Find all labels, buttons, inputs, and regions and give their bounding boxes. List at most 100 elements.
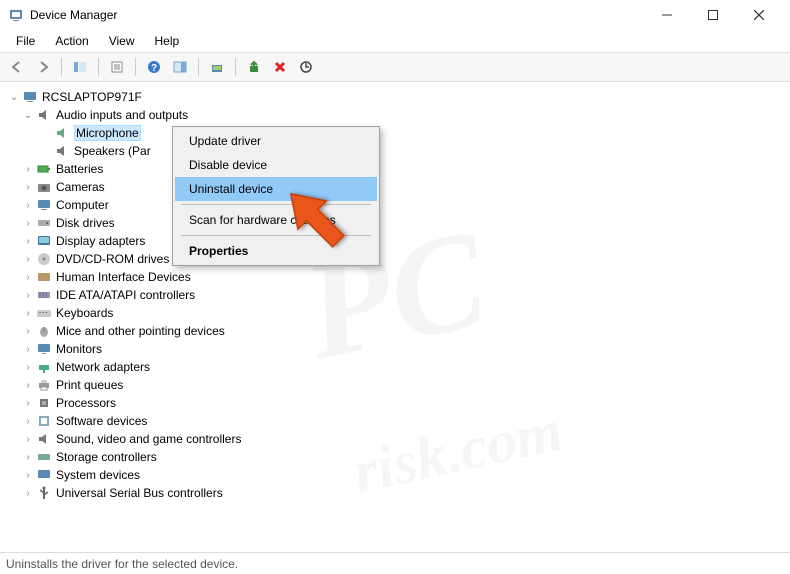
tree-category-computer[interactable]: › Computer xyxy=(4,196,786,214)
tree-label: Human Interface Devices xyxy=(56,270,191,284)
expander-right-icon[interactable]: › xyxy=(22,326,34,337)
toolbar-separator xyxy=(135,58,136,76)
help-button[interactable]: ? xyxy=(143,56,165,78)
expander-right-icon[interactable]: › xyxy=(22,290,34,301)
usb-icon xyxy=(36,485,52,501)
expander-down-icon[interactable]: ⌄ xyxy=(22,110,34,121)
tree-category-ide[interactable]: › IDE ATA/ATAPI controllers xyxy=(4,286,786,304)
tree-label: Computer xyxy=(56,198,109,212)
toolbar-separator xyxy=(235,58,236,76)
expander-right-icon[interactable]: › xyxy=(22,308,34,319)
expander-right-icon[interactable]: › xyxy=(22,362,34,373)
tree-category-sound[interactable]: › Sound, video and game controllers xyxy=(4,430,786,448)
hid-icon xyxy=(36,269,52,285)
enable-device-button[interactable] xyxy=(243,56,265,78)
toolbar-separator xyxy=(61,58,62,76)
tree-label: Microphone xyxy=(74,125,141,141)
scan-hardware-button[interactable] xyxy=(295,56,317,78)
tree-category-dvd[interactable]: › DVD/CD-ROM drives xyxy=(4,250,786,268)
tree-category-software-devices[interactable]: › Software devices xyxy=(4,412,786,430)
toolbar-separator xyxy=(98,58,99,76)
tree-category-disk-drives[interactable]: › Disk drives xyxy=(4,214,786,232)
tree-category-hid[interactable]: › Human Interface Devices xyxy=(4,268,786,286)
tree-category-mice[interactable]: › Mice and other pointing devices xyxy=(4,322,786,340)
display-icon xyxy=(36,233,52,249)
forward-button[interactable] xyxy=(32,56,54,78)
expander-right-icon[interactable]: › xyxy=(22,416,34,427)
app-icon xyxy=(8,7,24,23)
tree-label: RCSLAPTOP971F xyxy=(42,90,142,104)
action-pane-button[interactable] xyxy=(169,56,191,78)
expander-right-icon[interactable]: › xyxy=(22,470,34,481)
expander-right-icon[interactable]: › xyxy=(22,236,34,247)
uninstall-device-button[interactable] xyxy=(269,56,291,78)
close-button[interactable] xyxy=(736,0,782,30)
expander-right-icon[interactable]: › xyxy=(22,218,34,229)
tree-label: Cameras xyxy=(56,180,105,194)
show-hide-console-tree-button[interactable] xyxy=(69,56,91,78)
tree-device-microphone[interactable]: Microphone xyxy=(4,124,786,142)
menu-help[interactable]: Help xyxy=(145,32,190,50)
menubar: File Action View Help xyxy=(0,30,790,52)
tree-category-audio[interactable]: ⌄ Audio inputs and outputs xyxy=(4,106,786,124)
tree-category-system-devices[interactable]: › System devices xyxy=(4,466,786,484)
toolbar-separator xyxy=(198,58,199,76)
ctx-uninstall-device[interactable]: Uninstall device xyxy=(175,177,377,201)
battery-icon xyxy=(36,161,52,177)
expander-down-icon[interactable]: ⌄ xyxy=(8,92,20,103)
computer-icon xyxy=(36,197,52,213)
tree-category-monitors[interactable]: › Monitors xyxy=(4,340,786,358)
menu-view[interactable]: View xyxy=(99,32,145,50)
expander-right-icon[interactable]: › xyxy=(22,452,34,463)
ctx-separator xyxy=(181,204,371,205)
ctx-scan-hardware[interactable]: Scan for hardware changes xyxy=(175,208,377,232)
tree-label: Keyboards xyxy=(56,306,113,320)
tree-category-batteries[interactable]: › Batteries xyxy=(4,160,786,178)
expander-right-icon[interactable]: › xyxy=(22,434,34,445)
tree-root-node[interactable]: ⌄ RCSLAPTOP971F xyxy=(4,88,786,106)
titlebar: Device Manager xyxy=(0,0,790,30)
tree-category-cameras[interactable]: › Cameras xyxy=(4,178,786,196)
tree-category-display-adapters[interactable]: › Display adapters xyxy=(4,232,786,250)
tree-label: Sound, video and game controllers xyxy=(56,432,241,446)
menu-file[interactable]: File xyxy=(6,32,45,50)
disk-icon xyxy=(36,215,52,231)
tree-category-keyboards[interactable]: › Keyboards xyxy=(4,304,786,322)
tree-category-print-queues[interactable]: › Print queues xyxy=(4,376,786,394)
expander-right-icon[interactable]: › xyxy=(22,488,34,499)
tree-label: Monitors xyxy=(56,342,102,356)
update-driver-button[interactable] xyxy=(206,56,228,78)
tree-device-speakers[interactable]: Speakers (Par xyxy=(4,142,786,160)
ctx-disable-device[interactable]: Disable device xyxy=(175,153,377,177)
tree-label: Processors xyxy=(56,396,116,410)
expander-right-icon[interactable]: › xyxy=(22,272,34,283)
tree-label: Disk drives xyxy=(56,216,115,230)
menu-action[interactable]: Action xyxy=(45,32,98,50)
tree-category-network[interactable]: › Network adapters xyxy=(4,358,786,376)
ctx-properties[interactable]: Properties xyxy=(175,239,377,263)
back-button[interactable] xyxy=(6,56,28,78)
expander-right-icon[interactable]: › xyxy=(22,200,34,211)
minimize-button[interactable] xyxy=(644,0,690,30)
ctx-update-driver[interactable]: Update driver xyxy=(175,129,377,153)
expander-right-icon[interactable]: › xyxy=(22,164,34,175)
camera-icon xyxy=(36,179,52,195)
tree-label: Storage controllers xyxy=(56,450,157,464)
tree-category-processors[interactable]: › Processors xyxy=(4,394,786,412)
expander-right-icon[interactable]: › xyxy=(22,380,34,391)
expander-right-icon[interactable]: › xyxy=(22,344,34,355)
expander-right-icon[interactable]: › xyxy=(22,182,34,193)
device-tree[interactable]: ⌄ RCSLAPTOP971F ⌄ Audio inputs and outpu… xyxy=(0,82,790,552)
tree-category-usb[interactable]: › Universal Serial Bus controllers xyxy=(4,484,786,502)
ide-icon xyxy=(36,287,52,303)
expander-right-icon[interactable]: › xyxy=(22,254,34,265)
tree-label: Mice and other pointing devices xyxy=(56,324,225,338)
properties-button[interactable] xyxy=(106,56,128,78)
speaker-icon xyxy=(54,125,70,141)
expander-right-icon[interactable]: › xyxy=(22,398,34,409)
ctx-separator xyxy=(181,235,371,236)
statusbar-text: Uninstalls the driver for the selected d… xyxy=(6,557,238,571)
maximize-button[interactable] xyxy=(690,0,736,30)
tree-label: Network adapters xyxy=(56,360,150,374)
tree-category-storage[interactable]: › Storage controllers xyxy=(4,448,786,466)
